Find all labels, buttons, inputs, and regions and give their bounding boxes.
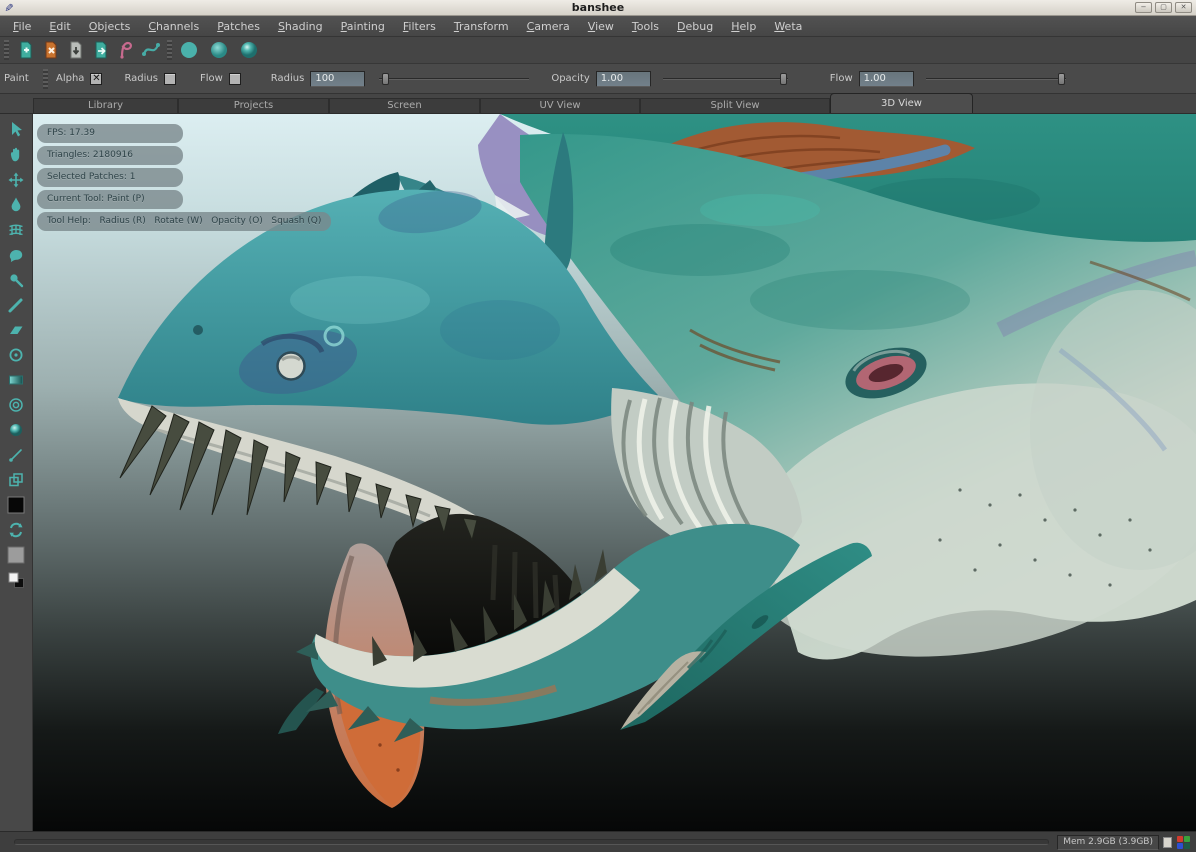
tab-library[interactable]: Library xyxy=(33,98,178,113)
curve-tool-icon[interactable] xyxy=(138,39,163,62)
menu-bar: File Edit Objects Channels Patches Shadi… xyxy=(0,16,1196,37)
menu-help[interactable]: Help xyxy=(722,17,765,36)
title-bar: ✎ banshee − ▢ ✕ xyxy=(0,0,1196,16)
status-groove xyxy=(14,839,1049,845)
background-color-swatch[interactable] xyxy=(3,542,29,567)
menu-filters[interactable]: Filters xyxy=(394,17,445,36)
pin-tool[interactable] xyxy=(3,267,29,292)
menu-objects[interactable]: Objects xyxy=(80,17,140,36)
app-window: ✎ banshee − ▢ ✕ File Edit Objects Channe… xyxy=(0,0,1196,852)
memory-readout: Mem 2.9GB (3.9GB) xyxy=(1057,835,1159,850)
sphere-brush-tool[interactable] xyxy=(3,417,29,442)
brush-tip-flat-icon[interactable] xyxy=(176,39,201,62)
circle-select-tool[interactable] xyxy=(3,342,29,367)
tab-3d-view[interactable]: 3D View xyxy=(830,93,973,113)
opacity-slider-track xyxy=(663,78,788,80)
select-tool[interactable] xyxy=(3,117,29,142)
maximize-button[interactable]: ▢ xyxy=(1155,2,1172,13)
tab-screen[interactable]: Screen xyxy=(329,98,480,113)
viewport-hud: FPS: 17.39 Triangles: 2180916 Selected P… xyxy=(37,124,331,231)
tab-projects[interactable]: Projects xyxy=(178,98,329,113)
concentric-tool[interactable] xyxy=(3,392,29,417)
paint-through-icon[interactable] xyxy=(113,39,138,62)
opacity-slider-handle[interactable] xyxy=(780,73,787,85)
menu-debug[interactable]: Debug xyxy=(668,17,722,36)
alpha-label: Alpha xyxy=(56,73,84,84)
menu-patches[interactable]: Patches xyxy=(208,17,269,36)
brush-tip-soft-icon[interactable] xyxy=(206,39,231,62)
menu-camera[interactable]: Camera xyxy=(518,17,579,36)
hud-selected-patches: Selected Patches: 1 xyxy=(37,168,183,187)
flow-slider[interactable] xyxy=(926,72,1066,86)
flow-field[interactable]: 1.00 xyxy=(859,71,914,87)
tab-split-view[interactable]: Split View xyxy=(640,98,830,113)
eraser-tool[interactable] xyxy=(3,317,29,342)
hud-tool-help: Tool Help: Radius (R) Rotate (W) Opacity… xyxy=(37,212,331,231)
status-mini-button[interactable] xyxy=(1163,837,1172,848)
close-project-icon[interactable] xyxy=(38,39,63,62)
default-colors-icon[interactable] xyxy=(3,567,29,592)
toolbar-grip[interactable] xyxy=(167,40,172,60)
menu-weta[interactable]: Weta xyxy=(765,17,811,36)
opacity-label: Opacity xyxy=(551,73,589,84)
menu-tools[interactable]: Tools xyxy=(623,17,668,36)
mesh-warp-tool[interactable] xyxy=(3,217,29,242)
stroke-tool[interactable] xyxy=(3,292,29,317)
opacity-slider[interactable] xyxy=(663,72,788,86)
radius-slider-track xyxy=(379,78,529,80)
status-bar: Mem 2.9GB (3.9GB) xyxy=(0,831,1196,852)
export-icon[interactable] xyxy=(88,39,113,62)
foreground-color-swatch[interactable] xyxy=(3,492,29,517)
menu-edit[interactable]: Edit xyxy=(40,17,79,36)
menu-file[interactable]: File xyxy=(4,17,40,36)
needle-tool[interactable] xyxy=(3,442,29,467)
move-tool[interactable] xyxy=(3,167,29,192)
toolbar-grip[interactable] xyxy=(4,40,9,60)
tool-palette xyxy=(0,114,33,831)
import-icon[interactable] xyxy=(63,39,88,62)
view-tab-bar: Library Projects Screen UV View Split Vi… xyxy=(0,94,1196,114)
radius-checkbox[interactable] xyxy=(164,73,176,85)
radius-label: Radius xyxy=(271,73,305,84)
alpha-checkbox[interactable]: ✕ xyxy=(90,73,102,85)
window-title: banshee xyxy=(0,1,1196,14)
new-project-icon[interactable] xyxy=(13,39,38,62)
paint-options-bar: Paint Alpha ✕ Radius Flow Radius 100 Opa… xyxy=(0,64,1196,94)
menu-shading[interactable]: Shading xyxy=(269,17,332,36)
rgb-channels-icon xyxy=(1177,836,1190,849)
hud-triangles: Triangles: 2180916 xyxy=(37,146,183,165)
paintbar-grip[interactable] xyxy=(43,69,48,89)
minimize-button[interactable]: − xyxy=(1135,2,1152,13)
radius-field[interactable]: 100 xyxy=(310,71,365,87)
gradient-tool[interactable] xyxy=(3,367,29,392)
flow-slider-handle[interactable] xyxy=(1058,73,1065,85)
radius-toggle-label: Radius xyxy=(124,73,158,84)
main-area: FPS: 17.39 Triangles: 2180916 Selected P… xyxy=(0,114,1196,831)
pan-hand-tool[interactable] xyxy=(3,142,29,167)
menu-view[interactable]: View xyxy=(579,17,623,36)
close-button[interactable]: ✕ xyxy=(1175,2,1192,13)
project-toolbar xyxy=(0,37,1196,64)
radius-slider-handle[interactable] xyxy=(382,73,389,85)
paint-blob-tool[interactable] xyxy=(3,242,29,267)
menu-painting[interactable]: Painting xyxy=(332,17,394,36)
hud-fps: FPS: 17.39 xyxy=(37,124,183,143)
flow-slider-track xyxy=(926,78,1066,80)
copy-patch-tool[interactable] xyxy=(3,467,29,492)
active-tool-label: Paint xyxy=(0,73,33,84)
flow-toggle-label: Flow xyxy=(200,73,223,84)
droplet-tool[interactable] xyxy=(3,192,29,217)
opacity-field[interactable]: 1.00 xyxy=(596,71,651,87)
brush-tip-hard-icon[interactable] xyxy=(236,39,261,62)
tab-uv-view[interactable]: UV View xyxy=(480,98,640,113)
menu-transform[interactable]: Transform xyxy=(445,17,518,36)
radius-slider[interactable] xyxy=(379,72,529,86)
flow-checkbox[interactable] xyxy=(229,73,241,85)
viewport-3d[interactable]: FPS: 17.39 Triangles: 2180916 Selected P… xyxy=(33,114,1196,831)
hud-current-tool: Current Tool: Paint (P) xyxy=(37,190,183,209)
flow-label: Flow xyxy=(830,73,853,84)
menu-channels[interactable]: Channels xyxy=(139,17,208,36)
swap-colors-icon[interactable] xyxy=(3,517,29,542)
